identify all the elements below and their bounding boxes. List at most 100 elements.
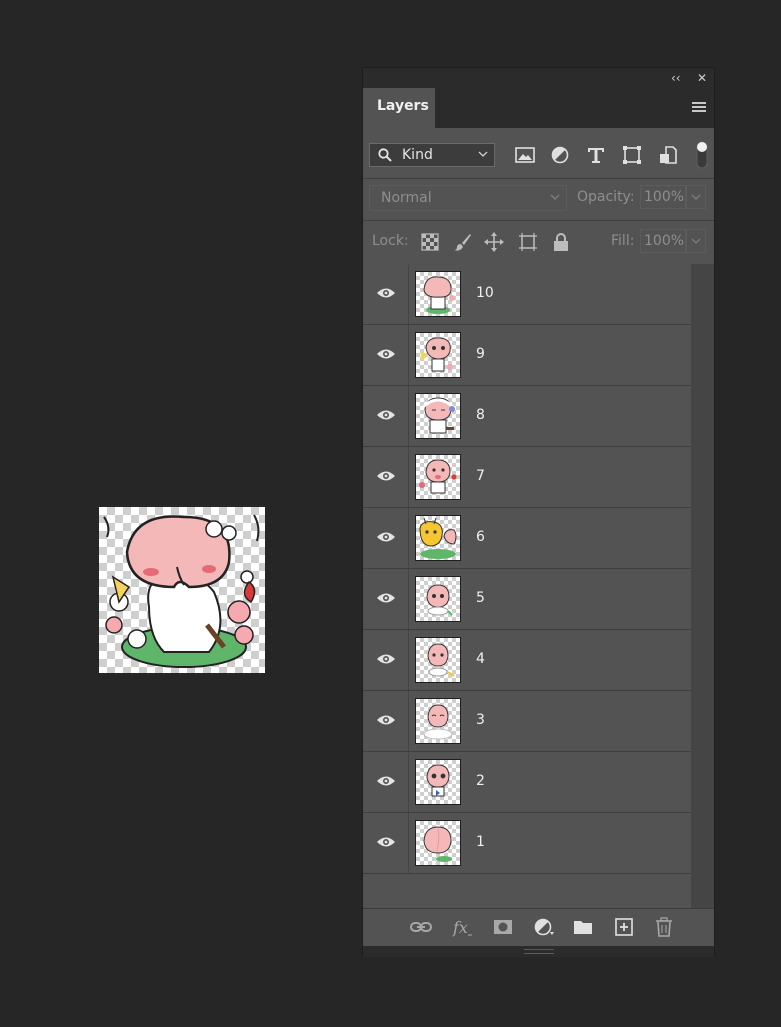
opacity-label: Opacity:: [577, 189, 635, 205]
layer-name: 6: [476, 529, 485, 545]
grip-handle[interactable]: [524, 949, 554, 954]
lock-transparent-pixels-icon[interactable]: [420, 232, 440, 252]
blend-mode-row: Normal Opacity: 100%: [363, 179, 714, 220]
chevron-down-icon: [478, 151, 488, 157]
search-icon: [378, 148, 392, 162]
pixel-layer-filter-icon[interactable]: [514, 145, 536, 165]
divider: [408, 813, 409, 873]
visibility-eye-icon[interactable]: [376, 714, 396, 726]
divider: [408, 386, 409, 446]
opacity-input[interactable]: 100%: [640, 185, 686, 209]
peach-character-artwork: [103, 514, 260, 668]
lock-all-icon[interactable]: [551, 232, 571, 252]
fill-input[interactable]: 100%: [640, 229, 686, 253]
layers-scrollbar[interactable]: [691, 264, 714, 908]
layer-thumbnail: [415, 515, 461, 561]
visibility-eye-icon[interactable]: [376, 348, 396, 360]
layer-row[interactable]: 2: [363, 752, 691, 813]
layer-thumbnail: [415, 820, 461, 866]
blend-mode-select[interactable]: Normal: [369, 185, 567, 211]
add-layer-style-icon[interactable]: fx: [451, 917, 473, 937]
type-layer-filter-icon[interactable]: [585, 145, 607, 165]
panel-menu-icon[interactable]: [692, 102, 706, 114]
layer-name: 4: [476, 651, 485, 667]
divider: [408, 569, 409, 629]
visibility-eye-icon[interactable]: [376, 287, 396, 299]
add-mask-icon[interactable]: [492, 917, 514, 937]
chevron-down-icon: [691, 238, 701, 244]
fill-slider-dropdown[interactable]: [686, 229, 706, 253]
link-layers-icon[interactable]: [410, 917, 432, 937]
layer-row[interactable]: 9: [363, 325, 691, 386]
panel-resize-grip[interactable]: [363, 946, 714, 957]
shape-layer-filter-icon[interactable]: [621, 145, 643, 165]
filter-kind-label: Kind: [402, 147, 433, 163]
layer-name: 7: [476, 468, 485, 484]
lock-position-icon[interactable]: [484, 232, 504, 252]
new-layer-icon[interactable]: [613, 917, 635, 937]
fill-label: Fill:: [611, 233, 635, 249]
lock-image-pixels-icon[interactable]: [453, 232, 473, 252]
document-canvas-image[interactable]: [99, 507, 265, 673]
layer-row[interactable]: 6: [363, 508, 691, 569]
chevron-down-icon: [691, 194, 701, 200]
layer-thumbnail: [415, 637, 461, 683]
filter-kind-select[interactable]: Kind: [369, 143, 495, 167]
layers-action-bar: fx: [363, 908, 714, 944]
close-panel-icon[interactable]: ✕: [697, 70, 707, 86]
visibility-eye-icon[interactable]: [376, 470, 396, 482]
smart-object-filter-icon[interactable]: [657, 145, 679, 165]
layers-panel: ‹‹ ✕ Layers Kind Normal Opacity: 100% Lo…: [362, 67, 715, 957]
visibility-eye-icon[interactable]: [376, 836, 396, 848]
layer-name: 9: [476, 346, 485, 362]
divider: [408, 752, 409, 812]
new-fill-adjustment-layer-icon[interactable]: [533, 917, 555, 937]
visibility-eye-icon[interactable]: [376, 653, 396, 665]
layer-name: 5: [476, 590, 485, 606]
layer-row[interactable]: 7: [363, 447, 691, 508]
divider: [408, 447, 409, 507]
layer-thumbnail: [415, 454, 461, 500]
divider: [408, 630, 409, 690]
visibility-eye-icon[interactable]: [376, 409, 396, 421]
layer-name: 10: [476, 285, 494, 301]
adjustment-layer-filter-icon[interactable]: [549, 145, 571, 165]
layer-thumbnail: [415, 698, 461, 744]
layer-row[interactable]: 5: [363, 569, 691, 630]
layer-filter-row: Kind: [363, 128, 714, 178]
layers-panel-body: Kind Normal Opacity: 100% Lock: Fill: 10…: [363, 128, 714, 957]
layer-thumbnail: [415, 271, 461, 317]
visibility-eye-icon[interactable]: [376, 775, 396, 787]
blend-mode-value: Normal: [381, 190, 432, 206]
layer-row[interactable]: 8: [363, 386, 691, 447]
layer-row[interactable]: 3: [363, 691, 691, 752]
panel-title-bar[interactable]: ‹‹ ✕: [363, 68, 714, 88]
collapse-panel-icon[interactable]: ‹‹: [671, 70, 681, 86]
layer-row[interactable]: 10: [363, 264, 691, 325]
layer-thumbnail: [415, 759, 461, 805]
lock-artboard-icon[interactable]: [518, 232, 538, 252]
chevron-down-icon: [550, 194, 560, 200]
filter-toggle-switch[interactable]: [696, 141, 708, 169]
layers-list: 10 9 8 7 6 5 4 3 2 1: [363, 264, 691, 880]
lock-label: Lock:: [372, 233, 409, 249]
layer-row[interactable]: 1: [363, 813, 691, 874]
tab-layers[interactable]: Layers: [363, 88, 435, 128]
layer-thumbnail: [415, 393, 461, 439]
visibility-eye-icon[interactable]: [376, 592, 396, 604]
divider: [408, 508, 409, 568]
visibility-eye-icon[interactable]: [376, 531, 396, 543]
svg-text:fx: fx: [452, 918, 468, 937]
lock-row: Lock: Fill: 100%: [363, 221, 714, 262]
layer-name: 3: [476, 712, 485, 728]
divider: [408, 325, 409, 385]
layer-thumbnail: [415, 576, 461, 622]
layer-name: 1: [476, 834, 485, 850]
layer-row[interactable]: 4: [363, 630, 691, 691]
panel-tab-row: Layers: [363, 88, 714, 128]
new-group-icon[interactable]: [572, 917, 594, 937]
delete-layer-icon[interactable]: [653, 917, 675, 937]
divider: [408, 264, 409, 324]
layer-thumbnail: [415, 332, 461, 378]
opacity-slider-dropdown[interactable]: [686, 185, 706, 209]
